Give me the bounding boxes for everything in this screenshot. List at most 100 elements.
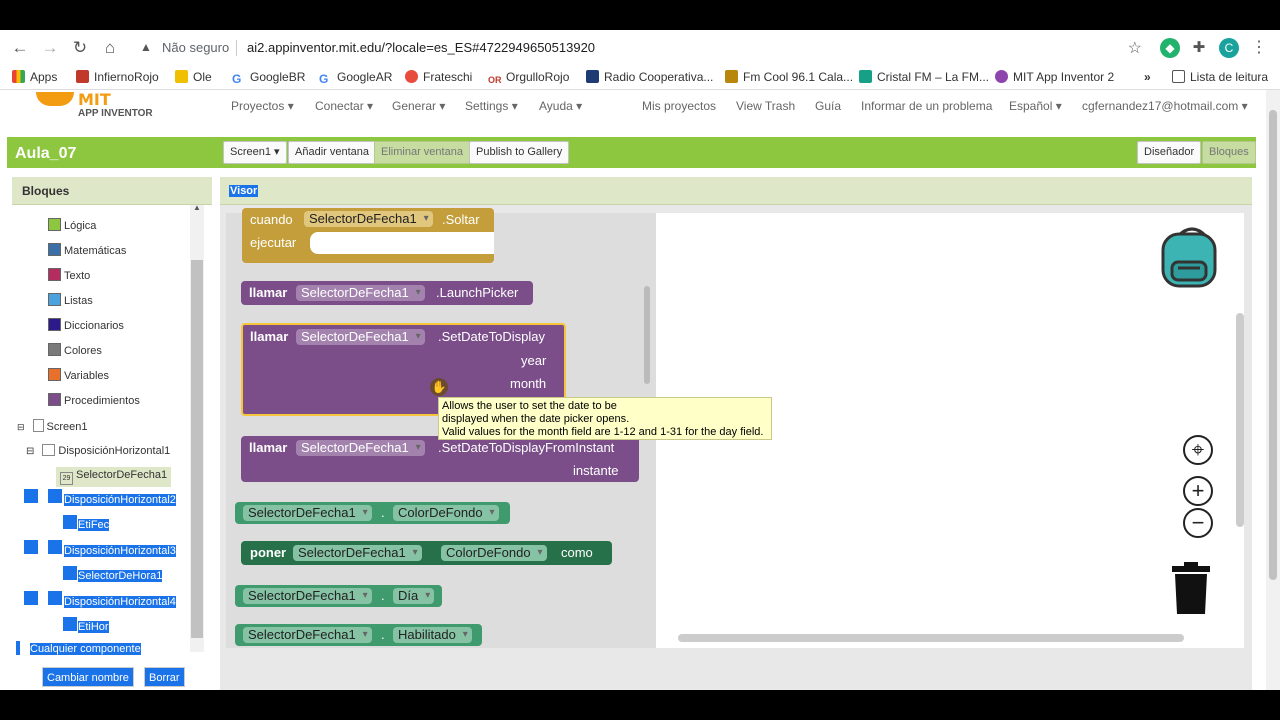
forward-icon[interactable]: → <box>38 36 62 60</box>
remove-screen-button[interactable]: Eliminar ventana <box>374 141 470 164</box>
reload-icon[interactable]: ↻ <box>68 36 92 60</box>
menu-kebab-icon[interactable]: ⋮ <box>1249 38 1269 58</box>
rename-button[interactable]: Cambiar nombre <box>42 667 134 687</box>
profile-avatar[interactable]: C <box>1219 38 1239 58</box>
property-dropdown[interactable]: Día <box>393 588 435 604</box>
component-dropdown[interactable]: SelectorDeFecha1 <box>296 285 425 301</box>
builtin-lists[interactable]: Listas <box>48 293 93 307</box>
address-bar[interactable]: ▲ Não seguro ai2.appinventor.mit.edu/?lo… <box>130 34 1150 62</box>
tree-expand-icon[interactable] <box>24 591 38 605</box>
zoom-out-icon[interactable]: − <box>1183 508 1213 538</box>
bookmark-item[interactable]: Fm Cool 96.1 Cala... <box>725 70 853 84</box>
home-icon[interactable]: ⌂ <box>98 36 122 60</box>
bookmark-item[interactable]: G GoogleBR <box>232 70 305 86</box>
url-text[interactable]: ai2.appinventor.mit.edu/?locale=es_ES#47… <box>247 40 595 55</box>
screen-select[interactable]: Screen1 ▾ <box>223 141 287 164</box>
tree-horizontal1[interactable]: ⊟ DisposiciónHorizontal1 <box>26 444 170 457</box>
menu-projects[interactable]: Proyectos ▾ <box>231 99 294 113</box>
menu-build[interactable]: Generar ▾ <box>392 99 445 113</box>
bookmarks-overflow-icon[interactable]: » <box>1144 70 1151 84</box>
puzzle-extension-icon[interactable]: ✚ <box>1189 38 1209 58</box>
setter-background-color-block[interactable]: poner SelectorDeFecha1 ColorDeFondo como <box>241 541 612 565</box>
account-menu[interactable]: cgfernandez17@hotmail.com ▾ <box>1082 99 1248 113</box>
tree-time-picker[interactable]: SelectorDeHora1 <box>78 570 163 582</box>
my-projects-link[interactable]: Mis proyectos <box>642 99 716 113</box>
flyout-scrollbar[interactable] <box>644 286 650 384</box>
scroll-up-icon[interactable]: ▲ <box>193 203 201 212</box>
bookmark-star-icon[interactable]: ☆ <box>1128 38 1142 58</box>
tree-label-etifec[interactable]: EtiFec <box>78 519 110 531</box>
builtin-procedures[interactable]: Procedimientos <box>48 393 140 407</box>
bookmark-apps[interactable]: Apps <box>12 70 57 84</box>
bookmark-item[interactable]: MIT App Inventor 2 <box>995 70 1114 84</box>
getter-enabled-block[interactable]: SelectorDeFecha1 . Habilitado <box>235 624 482 646</box>
getter-background-color-block[interactable]: SelectorDeFecha1 . ColorDeFondo <box>235 502 510 524</box>
builtin-colors[interactable]: Colores <box>48 343 102 357</box>
bookmark-item[interactable]: OR OrgulloRojo <box>488 70 569 87</box>
back-icon[interactable]: ← <box>8 36 32 60</box>
component-dropdown[interactable]: SelectorDeFecha1 <box>296 440 425 456</box>
component-dropdown[interactable]: SelectorDeFecha1 <box>296 329 425 345</box>
property-dropdown[interactable]: ColorDeFondo <box>393 505 499 521</box>
add-screen-button[interactable]: Añadir ventana <box>288 141 376 164</box>
menu-help[interactable]: Ayuda ▾ <box>539 99 582 113</box>
reading-list[interactable]: Lista de leitura <box>1172 70 1268 84</box>
bookmark-item[interactable]: G GoogleAR <box>319 70 392 86</box>
workspace-vertical-scrollbar[interactable] <box>1236 313 1244 527</box>
builtin-math[interactable]: Matemáticas <box>48 243 126 257</box>
bookmark-item[interactable]: Frateschi <box>405 70 472 84</box>
tree-date-picker-selected[interactable]: 29 SelectorDeFecha1 <box>56 467 172 487</box>
trash-icon[interactable] <box>1170 562 1212 616</box>
menu-connect[interactable]: Conectar ▾ <box>315 99 373 113</box>
guide-link[interactable]: Guía <box>815 99 841 113</box>
tree-horizontal2[interactable]: DisposiciónHorizontal2 <box>64 494 176 506</box>
component-dropdown[interactable]: SelectorDeFecha1 <box>243 627 372 643</box>
tree-horizontal4[interactable]: DisposiciónHorizontal4 <box>64 596 176 608</box>
component-dropdown[interactable]: SelectorDeFecha1 <box>304 211 433 227</box>
designer-button[interactable]: Diseñador <box>1137 141 1202 164</box>
builtin-logic[interactable]: Lógica <box>48 218 96 232</box>
builtin-dictionaries[interactable]: Diccionarios <box>48 318 124 332</box>
blocks-panel: Bloques ▲ Lógica Matemáticas Texto Lista… <box>12 177 212 690</box>
component-dropdown[interactable]: SelectorDeFecha1 <box>293 545 422 561</box>
getter-day-block[interactable]: SelectorDeFecha1 . Día <box>235 585 442 607</box>
shield-extension-icon[interactable]: ◆ <box>1160 38 1180 58</box>
property-dropdown[interactable]: Habilitado <box>393 627 472 643</box>
page-scrollbar[interactable] <box>1266 90 1280 690</box>
component-dropdown[interactable]: SelectorDeFecha1 <box>243 588 372 604</box>
tree-label-etihor[interactable]: EtiHor <box>78 621 109 633</box>
property-dropdown[interactable]: ColorDeFondo <box>441 545 547 561</box>
scrollbar-thumb[interactable] <box>191 260 203 638</box>
backpack-icon[interactable] <box>1158 222 1226 290</box>
menu-settings[interactable]: Settings ▾ <box>465 99 518 113</box>
publish-gallery-button[interactable]: Publish to Gallery <box>469 141 570 164</box>
tree-expand-icon[interactable] <box>24 540 38 554</box>
workspace-horizontal-scrollbar[interactable] <box>678 634 1184 642</box>
collapse-icon[interactable]: ⊟ <box>17 422 25 432</box>
tree-any-component[interactable]: Cualquier componente <box>30 643 141 655</box>
method-name: .SetDateToDisplay <box>438 329 545 344</box>
call-launch-picker-block[interactable]: llamar SelectorDeFecha1 .LaunchPicker <box>241 281 533 305</box>
blocks-button[interactable]: Bloques <box>1202 141 1256 164</box>
tree-expand-icon[interactable] <box>24 489 38 503</box>
call-set-date-from-instant-block[interactable]: llamar SelectorDeFecha1 .SetDateToDispla… <box>241 436 639 482</box>
delete-button[interactable]: Borrar <box>144 667 185 687</box>
zoom-in-icon[interactable]: + <box>1183 476 1213 506</box>
collapse-icon[interactable]: ⊟ <box>26 446 34 457</box>
event-block-date-picker-after[interactable]: cuando SelectorDeFecha1 .Soltar ejecutar <box>242 208 494 263</box>
bookmark-item[interactable]: InfiernoRojo <box>76 70 159 84</box>
tree-horizontal3[interactable]: DisposiciónHorizontal3 <box>64 545 176 557</box>
page-scrollbar-thumb[interactable] <box>1269 110 1277 580</box>
view-trash-link[interactable]: View Trash <box>736 99 795 113</box>
component-dropdown[interactable]: SelectorDeFecha1 <box>243 505 372 521</box>
blocks-panel-scrollbar[interactable]: ▲ <box>190 203 204 652</box>
bookmark-item[interactable]: Cristal FM – La FM... <box>859 70 989 84</box>
report-issue-link[interactable]: Informar de un problema <box>861 99 992 113</box>
recenter-icon[interactable]: ⌖ <box>1183 435 1213 465</box>
bookmark-item[interactable]: Radio Cooperativa... <box>586 70 713 84</box>
tree-screen1[interactable]: ⊟ Screen1 <box>17 419 88 433</box>
language-menu[interactable]: Español ▾ <box>1009 99 1062 113</box>
bookmark-item[interactable]: Ole <box>175 70 212 84</box>
builtin-text[interactable]: Texto <box>48 268 90 282</box>
builtin-variables[interactable]: Variables <box>48 368 109 382</box>
